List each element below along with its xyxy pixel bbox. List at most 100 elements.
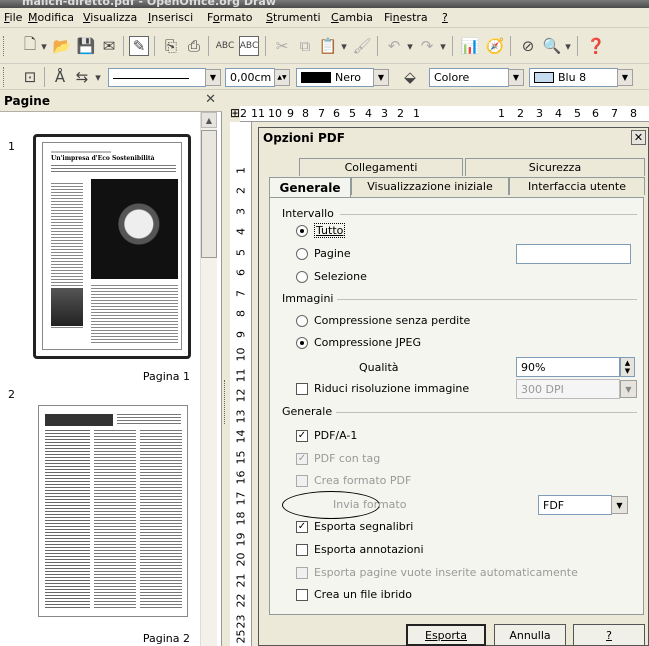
scroll-up-arrow-icon[interactable]: ▲ (201, 112, 217, 128)
reduce-resolution-checkbox[interactable]: Riduci risoluzione immagine (296, 382, 469, 395)
submit-format-dropdown[interactable]: ▼ (611, 496, 628, 514)
radio-indicator (296, 270, 308, 283)
undo-dropdown-icon[interactable]: ▾ (404, 36, 416, 56)
navigator-icon[interactable]: 🧭 (485, 36, 505, 56)
toolbar-grip[interactable] (3, 36, 6, 56)
menu-cambia[interactable]: Cambia (331, 11, 373, 24)
range-selection-radio[interactable]: Selezione (296, 270, 367, 283)
tagged-pdf-checkbox[interactable]: ✓ PDF con tag (296, 452, 380, 465)
menu-formato[interactable]: Formato (207, 11, 253, 24)
tab-visualizzazione-iniziale[interactable]: Visualizzazione iniziale (351, 177, 509, 195)
page-thumbnail-2[interactable] (38, 405, 188, 617)
ruler-tick-label: 7 (234, 290, 248, 297)
redo-icon[interactable]: ↷ (417, 36, 437, 56)
paste-icon[interactable]: 📋 (318, 36, 338, 56)
ruler-corner-icon[interactable]: ⊞ (230, 106, 240, 122)
save-icon[interactable]: 💾 (76, 36, 96, 56)
tab-sicurezza[interactable]: Sicurezza (465, 158, 645, 176)
new-dropdown-icon[interactable]: ▾ (38, 36, 50, 56)
line-style-dropdown[interactable]: ▼ (205, 69, 221, 86)
quality-spinner[interactable]: ▲ ▼ (620, 357, 635, 377)
close-icon[interactable]: ✕ (205, 92, 216, 107)
scroll-thumb[interactable] (201, 130, 217, 258)
pages-scrollbar[interactable]: ▲ (200, 112, 217, 646)
help-button[interactable]: ? (573, 624, 645, 646)
cancel-button[interactable]: Annulla (494, 624, 566, 646)
copy-icon[interactable]: ⧉ (295, 36, 315, 56)
clone-format-icon[interactable]: 🖌 (352, 36, 372, 56)
edit-file-icon[interactable]: ✎ (129, 36, 149, 56)
ruler-tick-label: 5 (349, 107, 356, 120)
menu-inserisci[interactable]: Inserisci (148, 11, 193, 24)
menu-finestra[interactable]: Finestra (384, 11, 428, 24)
redo-dropdown-icon[interactable]: ▾ (437, 36, 449, 56)
open-icon[interactable]: 📂 (52, 36, 72, 56)
paste-dropdown-icon[interactable]: ▾ (338, 36, 350, 56)
line-color-dropdown[interactable]: ▼ (373, 69, 389, 86)
dialog-title-bar: Opzioni PDF ✕ (259, 128, 648, 148)
new-document-icon[interactable]: 🗋 (20, 35, 40, 56)
menu-strumenti[interactable]: Strumenti (266, 11, 321, 24)
lossless-compression-radio[interactable]: Compressione senza perdite (296, 314, 470, 327)
jpeg-compression-radio[interactable]: Compressione JPEG (296, 336, 421, 349)
menu-visualizza[interactable]: Visualizza (83, 11, 137, 24)
spellcheck-icon[interactable]: ABC (215, 36, 235, 56)
arrow-style-dropdown-icon[interactable]: ▾ (92, 67, 104, 87)
export-notes-checkbox[interactable]: Esporta annotazioni (296, 543, 424, 556)
hybrid-file-checkbox[interactable]: Crea un file ibrido (296, 588, 412, 601)
autospellcheck-icon[interactable]: ABC (239, 36, 259, 56)
email-icon[interactable]: ✉ (99, 36, 119, 56)
range-all-label: Tutto (314, 223, 346, 238)
menu-modifica[interactable]: Modifica (28, 11, 74, 24)
panel-splitter[interactable] (224, 380, 228, 424)
undo-icon[interactable]: ↶ (384, 36, 404, 56)
dpi-dropdown[interactable]: ▼ (620, 380, 637, 398)
area-style-dropdown[interactable]: ▼ (508, 69, 524, 86)
pdfa-checkbox[interactable]: ✓ PDF/A-1 (296, 429, 357, 442)
tab-interfaccia-utente[interactable]: Interfaccia utente (509, 177, 645, 195)
toolbar-separator (123, 36, 124, 56)
toolbar-separator (510, 36, 511, 56)
tab-collegamenti[interactable]: Collegamenti (299, 158, 463, 176)
dialog-close-icon[interactable]: ✕ (631, 130, 646, 145)
vertical-ruler[interactable]: 1 2 3 4 5 6 7 8 9 10 11 12 13 14 15 16 1… (230, 122, 252, 646)
help-button-label: ? (606, 628, 612, 642)
line-color-select[interactable]: Nero (296, 68, 374, 87)
area-color-dropdown[interactable]: ▼ (617, 69, 633, 86)
line-width-field[interactable]: 0,00cm (225, 68, 275, 87)
draw-functions-icon[interactable]: ⊘ (518, 36, 538, 56)
page-thumbnail-1[interactable]: Un'impresa d'Eco Sostenibilità (33, 134, 191, 359)
chart-icon[interactable]: 📊 (460, 36, 480, 56)
range-pages-radio[interactable]: Pagine (296, 247, 351, 260)
export-bookmarks-label: Esporta segnalibri (314, 520, 414, 533)
export-empty-pages-checkbox[interactable]: Esporta pagine vuote inserite automatica… (296, 566, 578, 579)
dpi-select[interactable]: 300 DPI (516, 379, 620, 399)
line-width-spinner[interactable]: ▲▼ (274, 69, 290, 86)
toolbar-grip[interactable] (3, 67, 6, 87)
area-fill-icon[interactable]: ⬙ (400, 67, 420, 87)
cut-icon[interactable]: ✂ (272, 36, 292, 56)
line-style-select[interactable] (108, 68, 206, 87)
horizontal-ruler[interactable]: 2 11 10 9 8 7 6 5 4 3 2 1 1 2 3 4 5 6 7 … (240, 106, 649, 122)
styles-icon[interactable]: ⊡ (20, 67, 40, 87)
line-icon[interactable]: Å (50, 67, 70, 87)
create-form-checkbox[interactable]: Crea formato PDF (296, 474, 411, 487)
export-pdf-icon[interactable]: ⎘ (161, 36, 181, 56)
general-group-label: Generale (282, 405, 333, 418)
pages-range-input[interactable] (516, 244, 631, 264)
export-button[interactable]: Esporta (406, 624, 486, 646)
area-color-select[interactable]: Blu 8 (529, 68, 618, 87)
help-icon[interactable]: ❓ (586, 36, 606, 56)
print-icon[interactable]: ⎙ (184, 36, 204, 56)
menu-help[interactable]: ? (442, 11, 448, 24)
arrow-style-icon[interactable]: ⇆ (72, 67, 92, 87)
quality-input[interactable]: 90% (516, 357, 620, 377)
area-style-select[interactable]: Colore (429, 68, 509, 87)
zoom-dropdown-icon[interactable]: ▾ (562, 36, 574, 56)
export-bookmarks-checkbox[interactable]: ✓ Esporta segnalibri (296, 520, 413, 533)
range-all-radio[interactable]: Tutto (296, 223, 346, 238)
zoom-icon[interactable]: 🔍 (542, 36, 562, 56)
menu-file[interactable]: File (4, 11, 22, 24)
tab-generale[interactable]: Generale (269, 177, 351, 197)
submit-format-select[interactable]: FDF (538, 495, 612, 515)
